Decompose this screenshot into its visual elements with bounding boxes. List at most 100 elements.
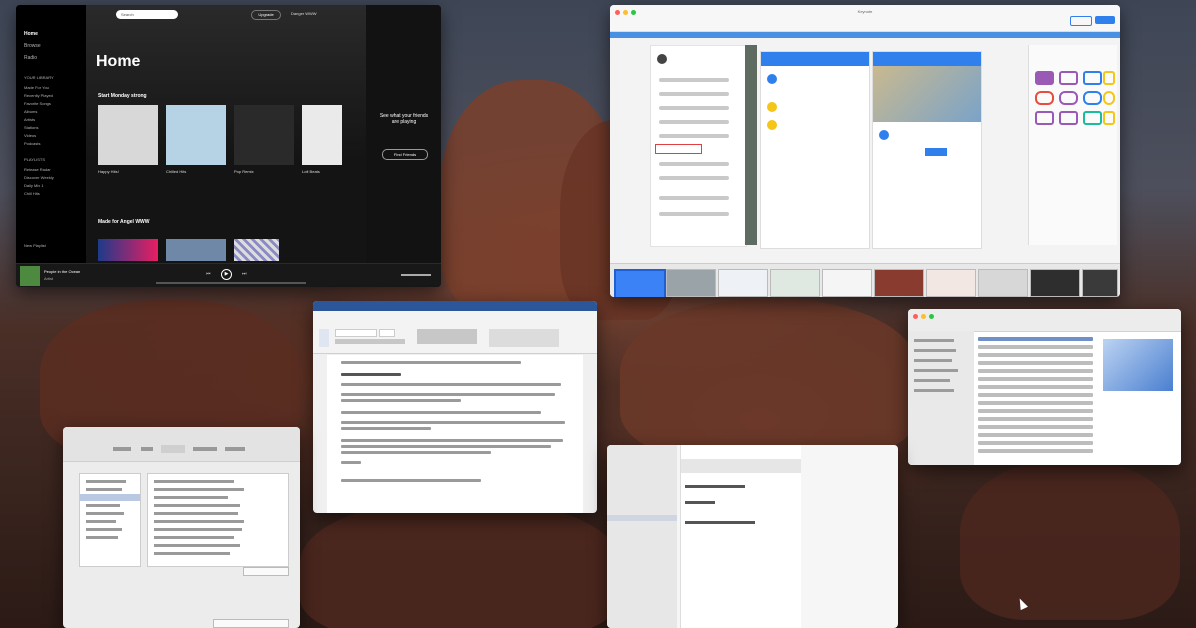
library-item[interactable]: Podcasts: [24, 141, 40, 146]
slide-thumbnail[interactable]: [770, 269, 820, 297]
play-button[interactable]: [1095, 16, 1115, 24]
playlist-item[interactable]: Chill Hits: [24, 191, 40, 196]
list-item[interactable]: [86, 536, 118, 539]
file-row[interactable]: [978, 385, 1093, 389]
playlist-item[interactable]: Release Radar: [24, 167, 51, 172]
message-row[interactable]: [685, 485, 745, 488]
file-row[interactable]: [978, 417, 1093, 421]
file-row[interactable]: [978, 441, 1093, 445]
sidebar-item[interactable]: [914, 369, 958, 372]
playlist-item[interactable]: Discover Weekly: [24, 175, 54, 180]
sidebar-item-browse[interactable]: Browse: [24, 43, 41, 49]
list-item[interactable]: [154, 512, 238, 515]
tab[interactable]: [141, 447, 153, 451]
file-row[interactable]: [978, 393, 1093, 397]
list-item[interactable]: [154, 504, 240, 507]
shape-style[interactable]: [1059, 71, 1078, 85]
message-row[interactable]: [685, 501, 715, 504]
menu-item[interactable]: [659, 212, 729, 216]
list-item[interactable]: [154, 528, 242, 531]
playlist-item[interactable]: Daily Mix 1: [24, 183, 44, 188]
list-item[interactable]: [154, 536, 234, 539]
find-friends-button[interactable]: Find Friends: [382, 149, 428, 160]
shape-style[interactable]: [1083, 111, 1102, 125]
playlist-card[interactable]: [234, 105, 294, 165]
list-item[interactable]: [86, 480, 126, 483]
tab[interactable]: [193, 447, 217, 451]
library-item[interactable]: Recently Played: [24, 93, 53, 98]
library-item[interactable]: Made For You: [24, 85, 49, 90]
library-item[interactable]: Albums: [24, 109, 37, 114]
zoom-window-button[interactable]: [631, 10, 636, 15]
menu-item[interactable]: [659, 106, 729, 110]
file-row[interactable]: [978, 409, 1093, 413]
library-item[interactable]: Favorite Songs: [24, 101, 51, 106]
keyboard-shortcuts-button[interactable]: [213, 619, 289, 628]
message-row[interactable]: [681, 459, 801, 473]
slide-thumbnail[interactable]: [978, 269, 1028, 297]
playlist-card[interactable]: [98, 239, 158, 261]
tab[interactable]: [225, 447, 245, 451]
sidebar-item[interactable]: [914, 379, 950, 382]
shape-style[interactable]: [1035, 91, 1054, 105]
selected-menu-item[interactable]: [655, 144, 702, 154]
list-item[interactable]: [86, 488, 122, 491]
file-row[interactable]: [978, 449, 1093, 453]
finder-window[interactable]: [908, 309, 1181, 465]
now-playing-title[interactable]: People in the Ocean: [44, 269, 80, 274]
menu-item[interactable]: [659, 162, 729, 166]
shape-style[interactable]: [1083, 91, 1102, 105]
search-input[interactable]: Search: [116, 10, 178, 19]
selected-file-row[interactable]: [978, 337, 1093, 341]
shortcut-list[interactable]: [147, 473, 289, 567]
file-row[interactable]: [978, 369, 1093, 373]
library-item[interactable]: Artists: [24, 117, 35, 122]
sidebar-item[interactable]: [914, 389, 954, 392]
shape-style[interactable]: [1083, 71, 1102, 85]
sidebar-item-home[interactable]: Home: [24, 31, 38, 37]
send-button[interactable]: [925, 148, 947, 156]
sidebar-item-radio[interactable]: Radio: [24, 55, 37, 61]
font-size-select[interactable]: [379, 329, 395, 337]
list-item[interactable]: [86, 512, 124, 515]
shape-style[interactable]: [1103, 91, 1115, 105]
slide-thumbnail[interactable]: [874, 269, 924, 297]
list-item[interactable]: [154, 488, 244, 491]
menu-item[interactable]: [659, 78, 729, 82]
playlist-card[interactable]: [234, 239, 279, 261]
list-item[interactable]: [154, 496, 228, 499]
file-row[interactable]: [978, 401, 1093, 405]
spotify-window[interactable]: Home Browse Radio YOUR LIBRARY Made For …: [16, 5, 441, 287]
minimize-window-button[interactable]: [623, 10, 628, 15]
now-playing-artist[interactable]: Artist: [44, 276, 53, 281]
paste-icon[interactable]: [319, 329, 329, 347]
slide-thumbnail[interactable]: [822, 269, 872, 297]
shape-style[interactable]: [1059, 91, 1078, 105]
slide-thumbnail[interactable]: [718, 269, 768, 297]
list-item[interactable]: [154, 552, 230, 555]
sidebar-item[interactable]: [914, 359, 952, 362]
category-list[interactable]: [79, 473, 141, 567]
playlist-card[interactable]: [166, 105, 226, 165]
shape-style[interactable]: [1035, 111, 1054, 125]
file-row[interactable]: [978, 433, 1093, 437]
volume-slider[interactable]: [401, 274, 431, 276]
styles-gallery[interactable]: [489, 329, 559, 347]
file-row[interactable]: [978, 353, 1093, 357]
selected-list-item[interactable]: [80, 494, 140, 501]
previous-icon[interactable]: ⏮: [206, 271, 211, 277]
list-item[interactable]: [86, 520, 116, 523]
paragraph-buttons[interactable]: [417, 329, 477, 344]
playlist-card[interactable]: [166, 239, 226, 261]
file-row[interactable]: [978, 377, 1093, 381]
new-playlist-button[interactable]: New Playlist: [24, 243, 46, 248]
slide-thumbnail[interactable]: [666, 269, 716, 297]
restore-defaults-button[interactable]: [243, 567, 289, 576]
next-icon[interactable]: ⏭: [242, 271, 247, 277]
menu-item[interactable]: [659, 176, 729, 180]
menu-item[interactable]: [659, 196, 729, 200]
tab[interactable]: [113, 447, 131, 451]
list-item[interactable]: [86, 504, 120, 507]
message-list[interactable]: [680, 445, 801, 628]
file-row[interactable]: [978, 425, 1093, 429]
